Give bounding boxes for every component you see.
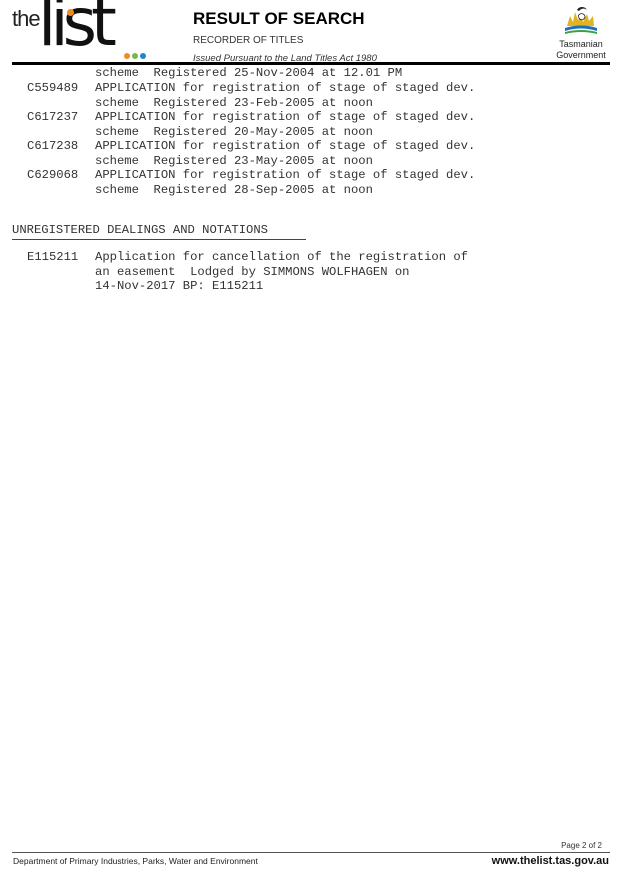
logo-i-dot-icon	[67, 9, 74, 16]
footer-website-link[interactable]: www.thelist.tas.gov.au	[492, 855, 609, 867]
gov-text-line1: Tasmanian	[559, 39, 603, 49]
page-title: RESULT OF SEARCH	[193, 9, 365, 28]
dealing-text-line: APPLICATION for registration of stage of…	[95, 81, 476, 95]
dealing-text-line: APPLICATION for registration of stage of…	[95, 110, 476, 124]
dealing-text-line: scheme Registered 23-Feb-2005 at noon	[95, 96, 373, 110]
dealing-code: C617238	[27, 139, 79, 153]
dealing-continuation-line: scheme Registered 25-Nov-2004 at 12.01 P…	[95, 66, 403, 80]
section-heading-underline	[12, 239, 306, 240]
tasmanian-government-logo: Tasmanian Government	[548, 4, 614, 60]
footer-department: Department of Primary Industries, Parks,…	[13, 856, 258, 866]
dealing-code: C559489	[27, 81, 79, 95]
dealing-text-line: APPLICATION for registration of stage of…	[95, 139, 476, 153]
dealing-text-line: scheme Registered 20-May-2005 at noon	[95, 125, 373, 139]
logo-the-text: the	[12, 6, 41, 31]
header-divider	[12, 62, 610, 65]
notation-code: E115211	[27, 250, 79, 264]
page-subtitle: RECORDER OF TITLES	[193, 35, 304, 46]
notation-text-line: Application for cancellation of the regi…	[95, 250, 468, 264]
logo-dot-blue	[140, 53, 146, 59]
logo-dot-green	[132, 53, 138, 59]
page-number: Page 2 of 2	[561, 841, 602, 850]
dealing-code: C617237	[27, 110, 79, 124]
dealing-code: C629068	[27, 168, 79, 182]
dealing-text-line: scheme Registered 23-May-2005 at noon	[95, 154, 373, 168]
logo-dots-icon	[124, 53, 146, 59]
footer-divider	[12, 852, 610, 853]
logo-list-text: list	[38, 0, 117, 61]
dealing-text-line: scheme Registered 28-Sep-2005 at noon	[95, 183, 373, 197]
section-heading-unregistered: UNREGISTERED DEALINGS AND NOTATIONS	[12, 223, 268, 237]
page-header: the list RESULT OF SEARCH RECORDER OF TI…	[0, 0, 622, 64]
title-block: RESULT OF SEARCH RECORDER OF TITLES Issu…	[193, 9, 377, 64]
gov-text-line2: Government	[556, 50, 606, 60]
tasmanian-devil-emblem-icon	[565, 7, 597, 34]
notation-text-line: 14-Nov-2017 BP: E115211	[95, 279, 264, 293]
notation-text-line: an easement Lodged by SIMMONS WOLFHAGEN …	[95, 265, 410, 279]
thelist-logo: the list	[12, 0, 152, 60]
logo-dot-orange	[124, 53, 130, 59]
dealing-text-line: APPLICATION for registration of stage of…	[95, 168, 476, 182]
